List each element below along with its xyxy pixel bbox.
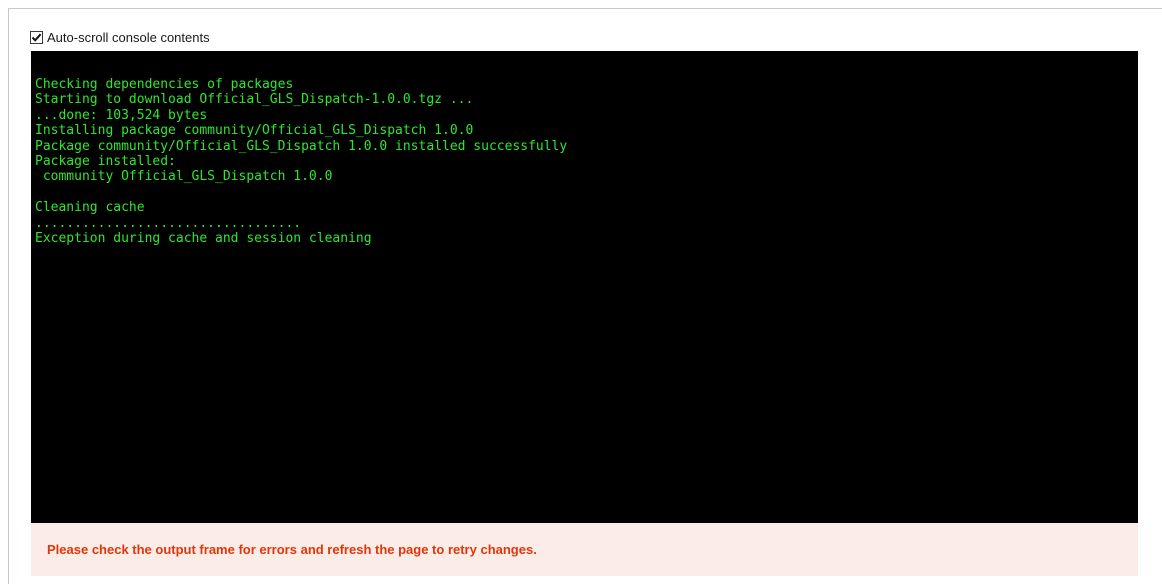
autoscroll-toggle[interactable]: Auto-scroll console contents <box>30 28 210 46</box>
console-line: ...done: 103,524 bytes <box>35 107 208 123</box>
error-message: Please check the output frame for errors… <box>47 542 537 557</box>
error-message-bar: Please check the output frame for errors… <box>31 523 1138 576</box>
console-line: Exception during cache and session clean… <box>35 230 372 246</box>
console-line: Checking dependencies of packages <box>35 77 294 92</box>
console-line: Package installed: <box>35 153 176 169</box>
console-line: Cleaning cache <box>35 200 145 216</box>
autoscroll-label: Auto-scroll console contents <box>47 29 210 45</box>
console-output[interactable]: Checking dependencies of packages Starti… <box>31 51 1138 523</box>
console-line: Installing package community/Official_GL… <box>35 123 474 139</box>
checkmark-icon <box>31 33 42 42</box>
autoscroll-checkbox[interactable] <box>30 30 43 44</box>
console-line: Package community/Official_GLS_Dispatch … <box>35 138 568 154</box>
console-line: community Official_GLS_Dispatch 1.0.0 <box>35 169 333 185</box>
console-line: .................................. <box>35 215 302 231</box>
console-line: Starting to download Official_GLS_Dispat… <box>35 92 474 108</box>
